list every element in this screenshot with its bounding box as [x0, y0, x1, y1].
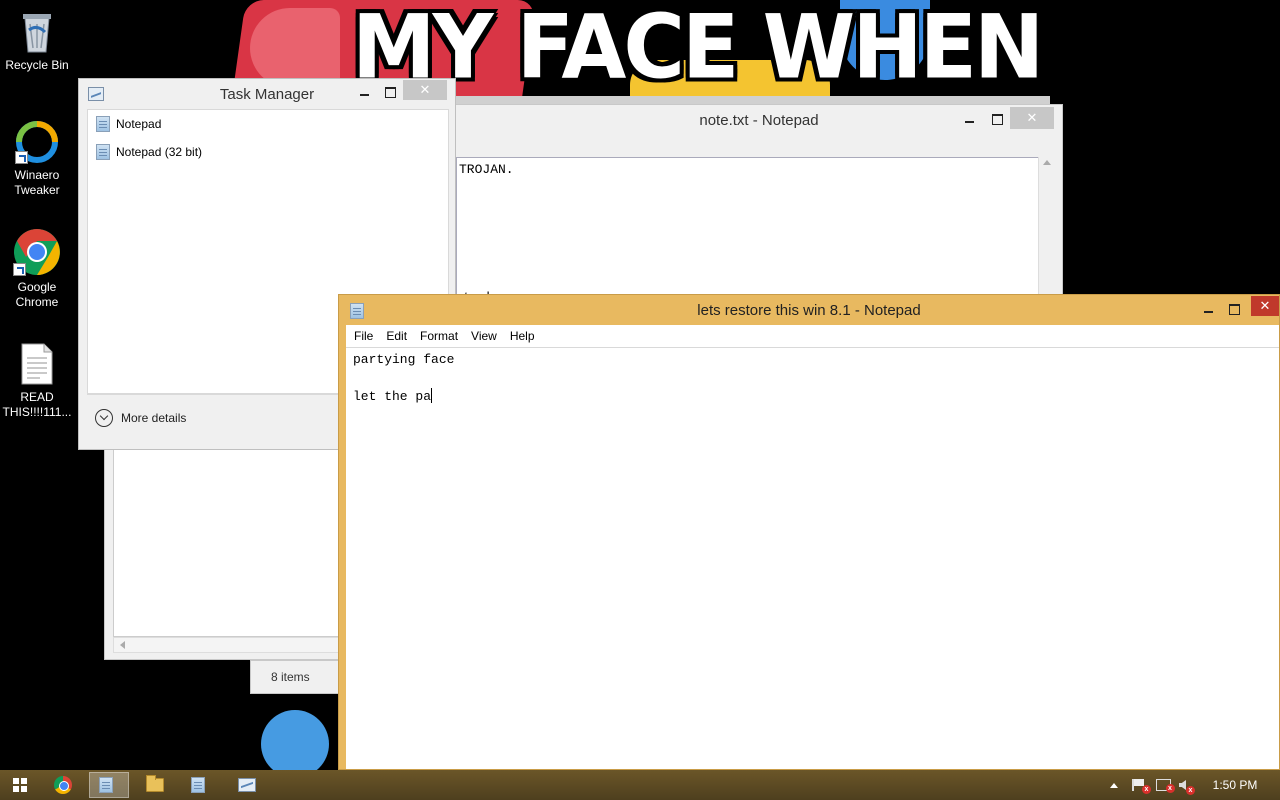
- close-button[interactable]: ✕: [1251, 296, 1279, 316]
- speaker-muted-icon: [1179, 780, 1186, 790]
- taskbar-task-manager-button[interactable]: [227, 772, 267, 798]
- winaero-tweaker-icon: [15, 120, 59, 164]
- desktop-icon-google-chrome[interactable]: Google Chrome: [2, 228, 72, 310]
- menu-bar: File Edit Format View Help: [346, 325, 1279, 347]
- minimize-button[interactable]: [355, 82, 373, 102]
- status-bar: 8 items: [250, 660, 342, 694]
- error-badge-icon: x: [1142, 785, 1151, 794]
- editor-text-line-current: let the pa: [353, 388, 433, 404]
- text-editor-area[interactable]: TROJAN. to be: [456, 157, 1055, 305]
- app-list-item-notepad[interactable]: Notepad: [88, 111, 448, 137]
- desktop-icon-label: Google Chrome: [15, 280, 59, 309]
- close-button[interactable]: ✕: [1010, 107, 1054, 129]
- editor-text-line: TROJAN.: [459, 162, 514, 177]
- notepad-window-active[interactable]: lets restore this win 8.1 - Notepad ✕ Fi…: [338, 294, 1280, 770]
- title-bar[interactable]: Task Manager ✕: [79, 79, 455, 109]
- text-file-icon: [21, 343, 53, 385]
- flag-icon: x: [1132, 779, 1151, 794]
- app-list-item-notepad-32bit[interactable]: Notepad (32 bit): [88, 139, 448, 165]
- maximize-button[interactable]: [1225, 299, 1243, 319]
- notepad-icon: [96, 144, 110, 160]
- item-count: 8 items: [271, 670, 310, 684]
- notepad-window-note-txt[interactable]: note.txt - Notepad ✕ TROJAN. to be: [455, 104, 1063, 305]
- desktop-icon-winaero-tweaker[interactable]: Winaero Tweaker: [2, 120, 72, 198]
- task-manager-icon: [238, 778, 256, 792]
- scroll-up-arrow-icon[interactable]: [1043, 160, 1051, 165]
- app-name: Notepad: [116, 117, 162, 131]
- recycle-bin-icon: [23, 14, 51, 53]
- notepad-icon: [191, 777, 205, 793]
- notepad-icon: [96, 116, 110, 132]
- menu-bar: [456, 135, 1062, 157]
- menu-help[interactable]: Help: [510, 329, 535, 343]
- desktop-icon-label: READ THIS!!!!111...: [2, 390, 72, 419]
- current-line-text: let the pa: [353, 389, 432, 404]
- chevron-up-icon: [1110, 782, 1118, 788]
- app-name: Notepad (32 bit): [116, 145, 203, 159]
- windows-logo-icon: [13, 778, 27, 792]
- scroll-left-arrow-icon[interactable]: [120, 641, 125, 649]
- taskbar-notepad-button[interactable]: [89, 772, 129, 798]
- taskbar-notepad-32bit-button[interactable]: [181, 772, 221, 798]
- chevron-down-icon: [95, 409, 113, 427]
- chrome-icon: [54, 776, 72, 794]
- wallpaper-pink-shape: [250, 8, 340, 88]
- editor-text-line: partying face: [353, 352, 455, 367]
- minimize-button[interactable]: [1199, 299, 1217, 319]
- clock-button[interactable]: 1:50 PM: [1204, 770, 1266, 800]
- title-bar[interactable]: note.txt - Notepad ✕: [456, 105, 1062, 135]
- text-editor-area[interactable]: partying face let the pa: [346, 347, 1279, 769]
- start-button[interactable]: [0, 772, 40, 798]
- menu-edit[interactable]: Edit: [386, 329, 407, 343]
- clock-time: 1:50 PM: [1212, 778, 1258, 792]
- touch-indicator-circle: [261, 710, 329, 778]
- file-explorer-window[interactable]: [104, 440, 344, 660]
- more-details-label: More details: [121, 411, 187, 425]
- action-center-tray-button[interactable]: x: [1128, 770, 1151, 800]
- network-tray-button[interactable]: x: [1152, 770, 1175, 800]
- vertical-scrollbar[interactable]: [1038, 157, 1055, 303]
- window-title: lets restore this win 8.1 - Notepad: [697, 302, 921, 319]
- network-icon: x: [1155, 779, 1175, 793]
- title-bar[interactable]: lets restore this win 8.1 - Notepad ✕: [339, 295, 1279, 325]
- mute-badge-icon: x: [1186, 785, 1195, 795]
- menu-format[interactable]: Format: [420, 329, 458, 343]
- notepad-icon: [99, 777, 113, 793]
- desktop-icon-label: Recycle Bin: [5, 58, 69, 72]
- volume-tray-button[interactable]: x: [1176, 770, 1198, 800]
- chrome-icon: [13, 228, 61, 276]
- minimize-button[interactable]: [960, 109, 978, 129]
- menu-view[interactable]: View: [471, 329, 497, 343]
- shortcut-arrow-icon: [15, 151, 28, 164]
- close-button[interactable]: ✕: [403, 80, 447, 100]
- maximize-button[interactable]: [381, 82, 399, 102]
- text-caret: [431, 388, 433, 403]
- horizontal-scrollbar[interactable]: [113, 637, 343, 653]
- file-list-area[interactable]: [113, 449, 343, 637]
- taskbar-file-explorer-button[interactable]: [135, 772, 175, 798]
- shortcut-arrow-icon: [13, 263, 26, 276]
- more-details-button[interactable]: More details: [95, 409, 186, 427]
- desktop-icon-label: Winaero Tweaker: [14, 168, 60, 197]
- folder-icon: [146, 775, 164, 792]
- taskbar-chrome-button[interactable]: [43, 772, 83, 798]
- maximize-button[interactable]: [988, 109, 1006, 129]
- show-hidden-icons-button[interactable]: [1106, 770, 1122, 800]
- desktop-icon-recycle-bin[interactable]: Recycle Bin: [2, 8, 72, 73]
- taskbar: x x x 1:50 PM: [0, 770, 1280, 800]
- menu-file[interactable]: File: [354, 329, 373, 343]
- desktop-icon-read-this[interactable]: READ THIS!!!!111...: [2, 342, 72, 420]
- error-badge-icon: x: [1165, 784, 1175, 793]
